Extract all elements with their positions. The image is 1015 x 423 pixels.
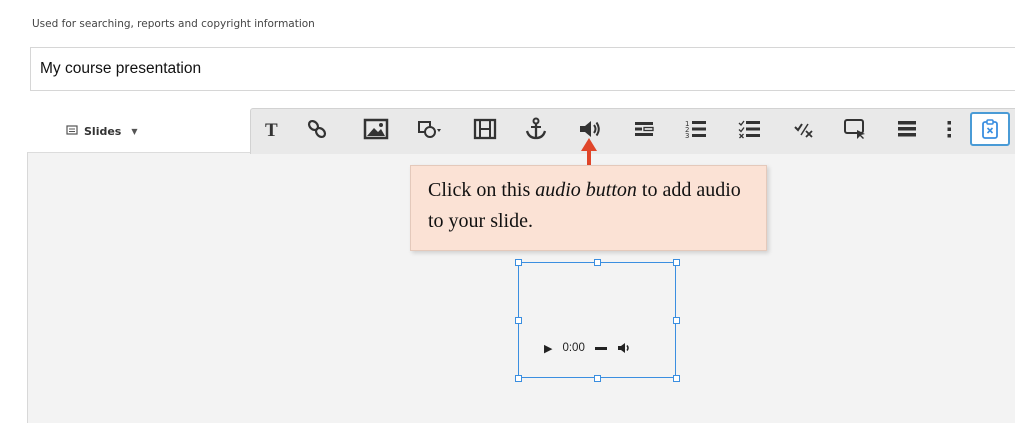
instruction-callout: Click on this audio button to add audio …: [410, 165, 767, 251]
resize-handle-top-left[interactable]: [515, 259, 522, 266]
more-options-button[interactable]: [937, 112, 961, 146]
fill-in-blanks-icon: [632, 118, 656, 140]
audio-player: ▶ 0:00: [528, 334, 668, 362]
resize-handle-bottom-right[interactable]: [673, 375, 680, 382]
anchor-tool-button[interactable]: [520, 112, 552, 146]
multiple-choice-icon: [738, 118, 762, 140]
true-false-icon: [792, 118, 816, 140]
image-icon: [363, 118, 389, 140]
text-icon: T: [261, 118, 283, 140]
video-icon: [473, 118, 497, 140]
volume-icon[interactable]: [617, 342, 631, 354]
progress-bar[interactable]: [594, 346, 607, 350]
video-tool-button[interactable]: [469, 112, 501, 146]
image-tool-button[interactable]: [360, 112, 392, 146]
resize-handle-top-right[interactable]: [673, 259, 680, 266]
callout-emphasis: audio button: [535, 179, 637, 201]
resize-handle-top[interactable]: [594, 259, 601, 266]
shapes-tool-button[interactable]: [413, 112, 445, 146]
single-choice-icon: 123: [684, 118, 708, 140]
resize-handle-right[interactable]: [673, 317, 680, 324]
play-icon[interactable]: ▶: [544, 342, 552, 355]
presentation-title-input[interactable]: My course presentation: [30, 47, 1015, 91]
link-icon: [305, 117, 329, 141]
svg-text:T: T: [265, 120, 278, 140]
true-false-tool-button[interactable]: [788, 112, 820, 146]
anchor-icon: [524, 117, 548, 141]
paste-icon: [979, 118, 1001, 140]
text-tool-button[interactable]: T: [256, 112, 288, 146]
resize-handle-left[interactable]: [515, 317, 522, 324]
table-tool-button[interactable]: [891, 112, 923, 146]
drag-text-tool-button[interactable]: [840, 112, 872, 146]
audio-icon: [577, 118, 603, 140]
more-icon: [945, 118, 953, 140]
drag-text-icon: [843, 118, 869, 140]
single-choice-tool-button[interactable]: 123: [680, 112, 712, 146]
resize-handle-bottom-left[interactable]: [515, 375, 522, 382]
table-icon: [895, 118, 919, 140]
chevron-down-icon: ▼: [131, 126, 138, 136]
multiple-choice-tool-button[interactable]: [734, 112, 766, 146]
resize-handle-bottom[interactable]: [594, 375, 601, 382]
slides-icon: [66, 124, 78, 139]
svg-text:3: 3: [685, 132, 689, 140]
callout-text-start: Click on this: [428, 179, 536, 201]
pointer-arrow-shaft: [587, 149, 591, 166]
paste-tool-button[interactable]: [970, 112, 1010, 146]
slides-menu-label: Slides: [84, 124, 122, 138]
fill-in-blanks-tool-button[interactable]: [628, 112, 660, 146]
shapes-icon: [416, 118, 442, 140]
slides-menu-button[interactable]: Slides ▼: [66, 120, 138, 142]
title-hint: Used for searching, reports and copyrigh…: [32, 18, 315, 30]
link-tool-button[interactable]: [301, 112, 333, 146]
audio-time: 0:00: [562, 342, 585, 354]
